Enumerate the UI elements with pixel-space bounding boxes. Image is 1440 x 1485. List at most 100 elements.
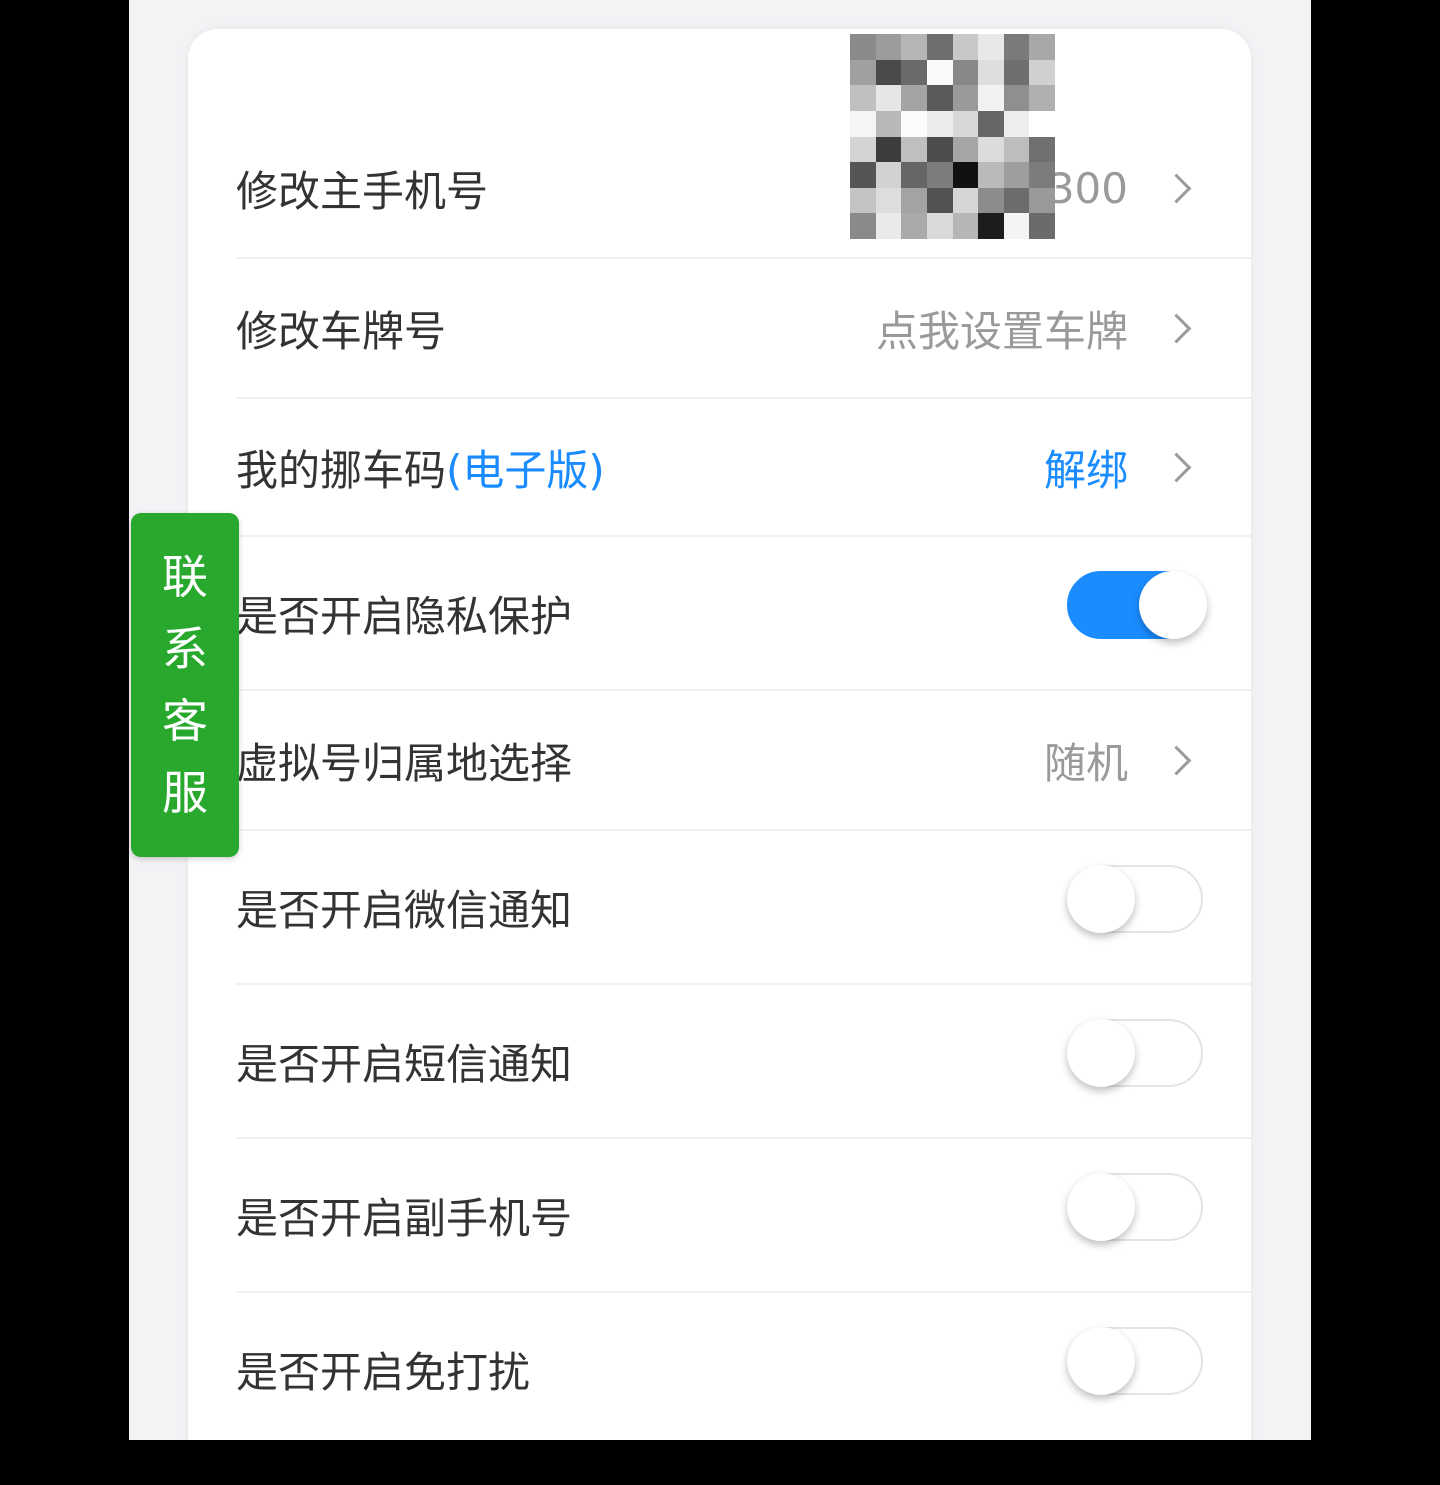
- mosaic-cell: [978, 213, 1004, 239]
- mosaic-cell: [926, 187, 953, 214]
- mosaic-cell: [1003, 85, 1030, 111]
- mosaic-cell: [901, 187, 927, 214]
- row-wechat-notify: 是否开启微信通知: [236, 831, 1251, 985]
- mosaic-cell: [1003, 187, 1030, 214]
- mosaic-cell: [952, 162, 979, 188]
- sms-notify-toggle[interactable]: [1067, 1019, 1203, 1087]
- mosaic-cell: [1029, 59, 1055, 86]
- row-label: 是否开启副手机号: [236, 1193, 573, 1243]
- mosaic-cell: [875, 85, 902, 111]
- mosaic-cell: [1003, 59, 1030, 86]
- chevron-right-icon: [1161, 173, 1192, 203]
- chevron-right-icon: [1161, 313, 1192, 343]
- mosaic-cell: [952, 187, 979, 214]
- mosaic-cell: [926, 213, 953, 239]
- contact-service-button[interactable]: 联 系 客 服: [131, 513, 239, 857]
- row-label: 我的挪车码(电子版): [236, 437, 605, 498]
- row-virtual-number-region[interactable]: 虚拟号归属地选择 随机: [236, 691, 1251, 831]
- mosaic-cell: [850, 34, 876, 60]
- mosaic-cell: [901, 34, 927, 60]
- mosaic-cell: [875, 34, 902, 60]
- mosaic-cell: [850, 110, 876, 137]
- mosaic-cell: [1003, 110, 1030, 137]
- mosaic-cell: [901, 59, 927, 86]
- mosaic-cell: [978, 59, 1004, 86]
- toggle-knob: [1067, 865, 1135, 933]
- row-label: 修改主手机号: [236, 166, 489, 216]
- label-accent: (电子版): [446, 445, 605, 495]
- privacy-toggle[interactable]: [1067, 571, 1207, 639]
- contact-service-char: 服: [162, 766, 208, 820]
- region-value: 随机: [1043, 738, 1128, 788]
- toggle-knob: [1067, 1327, 1135, 1395]
- mosaic-cell: [875, 136, 902, 163]
- mosaic-cell: [875, 187, 902, 214]
- mosaic-cell: [952, 34, 979, 60]
- mosaic-cell: [901, 162, 927, 188]
- mosaic-cell: [901, 136, 927, 163]
- mosaic-cell: [926, 34, 953, 60]
- contact-service-char: 联: [162, 550, 208, 604]
- mosaic-cell: [1003, 34, 1030, 60]
- mosaic-cell: [926, 85, 953, 111]
- row-sms-notify: 是否开启短信通知: [236, 985, 1251, 1139]
- mosaic-cell: [978, 162, 1004, 188]
- row-my-code[interactable]: 我的挪车码(电子版) 解绑: [236, 399, 1251, 537]
- row-privacy: 是否开启隐私保护: [236, 537, 1251, 691]
- mosaic-cell: [978, 85, 1004, 111]
- toggle-knob: [1067, 1019, 1135, 1087]
- mosaic-cell: [1029, 136, 1055, 163]
- mosaic-cell: [978, 136, 1004, 163]
- row-secondary-phone: 是否开启副手机号: [236, 1139, 1251, 1293]
- chevron-right-icon: [1161, 745, 1192, 775]
- mosaic-cell: [901, 213, 927, 239]
- mosaic-cell: [952, 213, 979, 239]
- contact-service-char: 客: [162, 694, 208, 748]
- unbind-link[interactable]: 解绑: [1044, 437, 1128, 498]
- mosaic-cell: [1029, 162, 1055, 188]
- row-label: 是否开启短信通知: [236, 1039, 573, 1089]
- wechat-notify-toggle[interactable]: [1067, 865, 1203, 933]
- row-label: 是否开启隐私保护: [236, 591, 573, 641]
- mosaic-cell: [1003, 162, 1030, 188]
- row-do-not-disturb: 是否开启免打扰: [236, 1293, 1251, 1440]
- main-phone-value: 300: [1047, 163, 1128, 213]
- mosaic-cell: [1003, 136, 1030, 163]
- mosaic-cell: [875, 110, 902, 137]
- mosaic-cell: [952, 136, 979, 163]
- row-label: 是否开启微信通知: [236, 885, 573, 935]
- mosaic-cell: [926, 59, 953, 86]
- mosaic-cell: [952, 110, 979, 137]
- mosaic-cell: [926, 110, 953, 137]
- contact-service-char: 系: [162, 622, 208, 676]
- mosaic-cell: [850, 213, 876, 239]
- mosaic-cell: [850, 136, 876, 163]
- row-label: 修改车牌号: [236, 306, 447, 356]
- mosaic-cell: [850, 162, 876, 188]
- mosaic-cell: [952, 59, 979, 86]
- chevron-right-icon: [1161, 452, 1192, 482]
- mosaic-cell: [901, 85, 927, 111]
- label-main: 我的挪车码: [236, 445, 447, 495]
- mosaic-cell: [1029, 110, 1055, 137]
- mosaic-cell: [978, 34, 1004, 60]
- pixelated-mosaic: [850, 34, 1055, 239]
- settings-screen: 修改主手机号 300 修改车牌号 点我设置车牌 我的挪车码(电子版) 解绑 是否…: [129, 0, 1311, 1440]
- mosaic-cell: [1029, 34, 1055, 60]
- secondary-phone-toggle[interactable]: [1067, 1173, 1203, 1241]
- row-change-main-phone[interactable]: 修改主手机号 300: [236, 119, 1251, 259]
- mosaic-cell: [850, 59, 876, 86]
- mosaic-cell: [926, 162, 953, 188]
- toggle-knob: [1067, 1173, 1135, 1241]
- mosaic-cell: [1029, 187, 1055, 214]
- row-label: 虚拟号归属地选择: [236, 738, 573, 788]
- mosaic-cell: [875, 162, 902, 188]
- mosaic-cell: [1029, 85, 1055, 111]
- mosaic-cell: [1003, 213, 1030, 239]
- mosaic-cell: [978, 187, 1004, 214]
- mosaic-cell: [850, 85, 876, 111]
- row-change-plate[interactable]: 修改车牌号 点我设置车牌: [236, 259, 1251, 399]
- do-not-disturb-toggle[interactable]: [1067, 1327, 1203, 1395]
- mosaic-cell: [875, 59, 902, 86]
- row-label: 是否开启免打扰: [236, 1347, 531, 1397]
